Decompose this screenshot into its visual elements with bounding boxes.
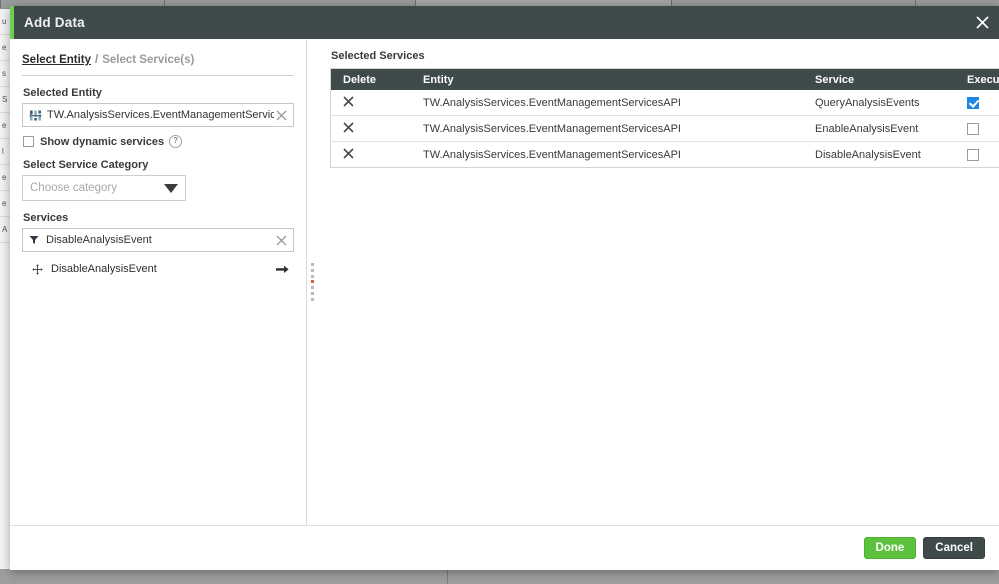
cell-entity: TW.AnalysisServices.EventManagementServi… (423, 148, 681, 161)
table-row[interactable]: TW.AnalysisServices.EventManagementServi… (330, 90, 999, 116)
list-item[interactable]: DisableAnalysisEvent (22, 258, 294, 280)
services-filter-value: DisableAnalysisEvent (46, 234, 152, 246)
delete-x-icon[interactable] (343, 147, 354, 162)
services-label: Services (23, 212, 69, 224)
selected-services-panel: Selected Services Delete Entity Service … (318, 39, 999, 525)
table-row[interactable]: TW.AnalysisServices.EventManagementServi… (331, 142, 999, 168)
add-data-dialog: Add Data Select Entity / Select Service(s)… (10, 6, 999, 570)
cell-execute-on-load (955, 142, 999, 168)
table-header-row: Delete Entity Service Execute on Load (330, 68, 999, 90)
selected-entity-value: TW.AnalysisServices.EventManagementServi… (47, 109, 274, 121)
help-icon[interactable]: ? (169, 135, 183, 148)
column-header-delete[interactable]: Delete (330, 68, 411, 90)
column-header-service[interactable]: Service (803, 68, 955, 90)
execute-on-load-checkbox[interactable] (967, 96, 979, 109)
cell-entity: TW.AnalysisServices.EventManagementServi… (411, 90, 803, 116)
cell-delete (330, 90, 411, 116)
chevron-down-icon (164, 183, 178, 193)
dialog-title: Add Data (24, 15, 85, 30)
breadcrumb: Select Entity / Select Service(s) (22, 49, 294, 72)
show-dynamic-services-row[interactable]: Show dynamic services ? (23, 135, 294, 148)
list-item-label: DisableAnalysisEvent (51, 263, 157, 275)
filter-icon (29, 235, 39, 245)
selected-services-table: Delete Entity Service Execute on Load (330, 68, 999, 168)
cell-service: EnableAnalysisEvent (803, 115, 955, 142)
select-service-category-label: Select Service Category (23, 159, 149, 171)
selected-services-title: Selected Services (331, 50, 425, 62)
dialog-footer: Done Cancel (10, 525, 999, 570)
thing-entity-icon (28, 108, 43, 123)
delete-x-icon[interactable] (343, 121, 354, 136)
select-entity-panel: Select Entity / Select Service(s) Selected… (10, 39, 306, 525)
cell-execute-on-load (955, 90, 999, 116)
panel-splitter[interactable] (306, 39, 318, 525)
dialog-accent-bar (10, 6, 14, 39)
dialog-header: Add Data (10, 6, 999, 39)
breadcrumb-select-entity[interactable]: Select Entity (22, 54, 91, 66)
cancel-button[interactable]: Cancel (923, 537, 985, 559)
drag-move-icon[interactable] (32, 263, 43, 275)
cell-service: DisableAnalysisEvent (815, 148, 921, 161)
breadcrumb-select-services[interactable]: Select Service(s) (102, 54, 194, 66)
column-header-execute-on-load[interactable]: Execute on Load (955, 68, 999, 90)
show-dynamic-services-checkbox[interactable] (23, 136, 34, 147)
breadcrumb-divider (22, 75, 294, 76)
delete-x-icon[interactable] (343, 95, 354, 110)
execute-on-load-checkbox[interactable] (967, 122, 979, 135)
clear-filter-icon[interactable] (274, 235, 289, 246)
dialog-body: Select Entity / Select Service(s) Selected… (10, 39, 999, 525)
clear-entity-icon[interactable] (274, 110, 289, 121)
cell-execute-on-load (955, 115, 999, 142)
cell-delete (331, 142, 412, 168)
service-category-dropdown[interactable]: Choose category (22, 175, 186, 201)
breadcrumb-separator: / (95, 54, 99, 66)
selected-entity-label: Selected Entity (23, 87, 102, 99)
background-bottom-strip (0, 569, 999, 584)
execute-on-load-checkbox[interactable] (967, 148, 979, 161)
column-header-entity[interactable]: Entity (411, 68, 803, 90)
background-bottom-divider (447, 569, 448, 584)
show-dynamic-services-label: Show dynamic services (40, 135, 165, 148)
cell-entity: TW.AnalysisServices.EventManagementServi… (411, 115, 803, 142)
selected-entity-field[interactable]: TW.AnalysisServices.EventManagementServi… (22, 103, 294, 127)
service-category-placeholder: Choose category (30, 182, 117, 194)
services-filter-field[interactable]: DisableAnalysisEvent (22, 228, 294, 252)
close-icon[interactable] (965, 6, 999, 39)
available-services-list: DisableAnalysisEvent (22, 258, 294, 280)
done-button[interactable]: Done (863, 537, 917, 559)
splitter-grip-icon (311, 263, 314, 301)
cell-service: QueryAnalysisEvents (803, 90, 955, 116)
arrow-right-icon[interactable] (276, 265, 292, 274)
table-row[interactable]: TW.AnalysisServices.EventManagementServi… (330, 115, 999, 142)
cell-delete (330, 115, 411, 142)
